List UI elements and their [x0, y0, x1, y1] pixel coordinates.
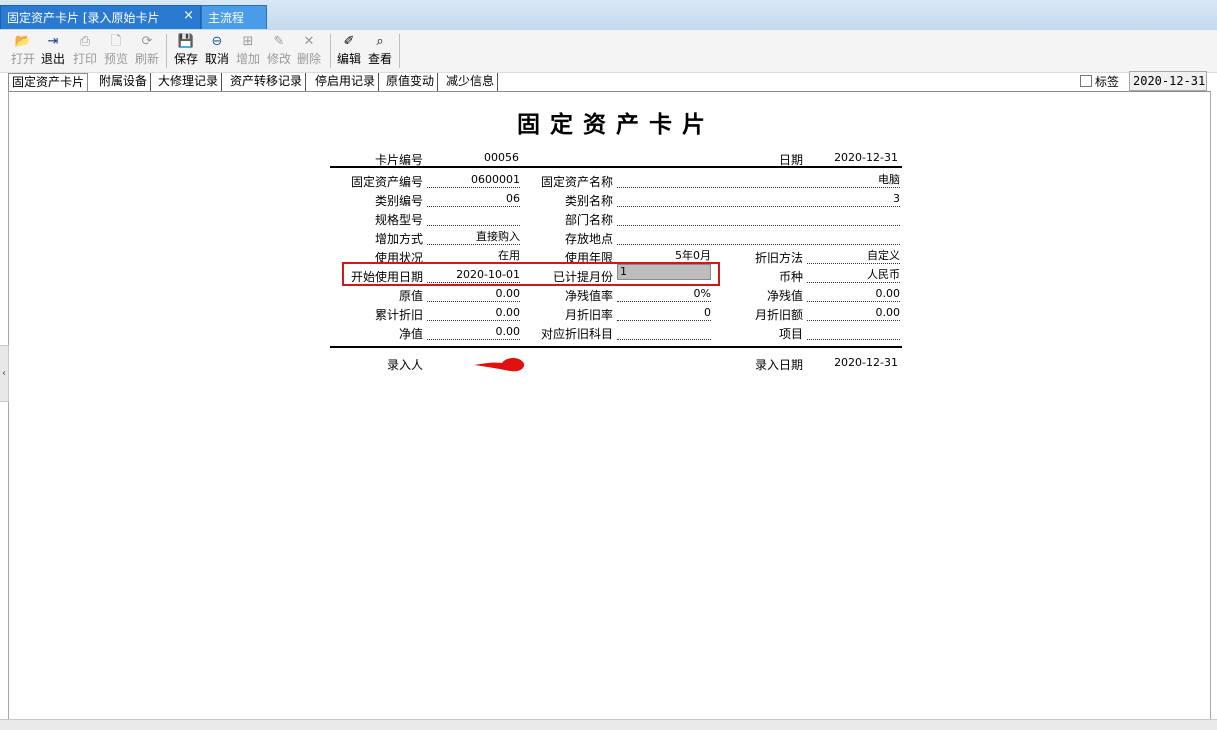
card-title: 固定资产卡片 — [517, 111, 715, 138]
category-code-field[interactable]: 06 — [427, 192, 520, 207]
toolbar-divider — [399, 34, 400, 68]
collapse-handle-icon[interactable]: ‹ — [0, 345, 9, 402]
close-icon[interactable]: × — [183, 8, 194, 23]
acc-dep-label: 累计折旧 — [374, 308, 423, 322]
exit-door-icon: ⇥ — [47, 34, 59, 49]
subtab-reduction-info[interactable]: 减少信息 — [443, 73, 499, 91]
start-date-field[interactable]: 2020-10-01 — [427, 268, 520, 283]
toolbar-divider — [330, 34, 331, 68]
cancel-button[interactable]: ⊖ 取消 — [202, 33, 232, 67]
tab-label: 固定资产卡片 [录入原始卡片 — [7, 11, 160, 25]
refresh-button[interactable]: ⟳ 刷新 — [132, 33, 162, 67]
add-method-field[interactable]: 直接购入 — [427, 230, 520, 245]
top-date-field[interactable]: 2020-12-31 — [1129, 71, 1207, 91]
toolbar: 📂 打开 ⇥ 退出 ⎙ 打印 🗋 预览 ⟳ 刷新 💾 保存 ⊖ 取消 ⊞ 增加 … — [0, 30, 1217, 73]
edit-icon: ✐ — [343, 34, 355, 49]
category-name-label: 类别名称 — [564, 194, 613, 208]
spec-field[interactable] — [427, 211, 520, 226]
subtab-overhaul-records[interactable]: 大修理记录 — [155, 73, 223, 91]
exit-button[interactable]: ⇥ 退出 — [38, 33, 68, 67]
preview-icon: 🗋 — [110, 34, 122, 49]
add-icon: ⊞ — [242, 34, 254, 49]
pencil-icon: ✎ — [273, 34, 285, 49]
save-disk-icon: 💾 — [177, 34, 195, 49]
monthly-rate-label: 月折旧率 — [564, 308, 613, 322]
asset-name-label: 固定资产名称 — [540, 175, 613, 189]
net-value-label: 净值 — [398, 327, 423, 341]
dep-method-field[interactable]: 自定义 — [807, 249, 900, 264]
footer-rule — [330, 346, 902, 348]
header-rule — [330, 166, 902, 168]
signature-scribble-icon — [474, 357, 525, 372]
preview-button[interactable]: 🗋 预览 — [101, 33, 131, 67]
acc-dep-field[interactable]: 0.00 — [427, 306, 520, 321]
entered-by-label: 录入人 — [386, 358, 423, 372]
project-label: 项目 — [778, 327, 803, 341]
save-button[interactable]: 💾 保存 — [171, 33, 201, 67]
tab-fixed-asset-card[interactable]: 固定资产卡片 [录入原始卡片 × — [0, 5, 201, 29]
refresh-icon: ⟳ — [141, 34, 153, 49]
monthly-rate-field[interactable]: 0 — [617, 306, 711, 321]
delete-x-icon: ✕ — [303, 34, 315, 49]
dep-method-label: 折旧方法 — [754, 251, 803, 265]
location-field[interactable] — [617, 230, 900, 245]
print-button[interactable]: ⎙ 打印 — [70, 33, 100, 67]
cancel-icon: ⊖ — [211, 34, 223, 49]
asset-code-field[interactable]: 0600001 — [427, 173, 520, 188]
original-value-label: 原值 — [398, 289, 423, 303]
subtab-fixed-asset-card[interactable]: 固定资产卡片 — [8, 73, 89, 92]
printer-icon: ⎙ — [79, 34, 91, 49]
net-salvage-label: 净残值 — [766, 289, 803, 303]
dept-label: 部门名称 — [564, 213, 613, 227]
location-label: 存放地点 — [564, 232, 613, 246]
start-date-label: 开始使用日期 — [350, 270, 423, 284]
folder-open-icon: 📂 — [14, 34, 32, 49]
monthly-amount-label: 月折旧额 — [754, 308, 803, 322]
subtab-stop-start-records[interactable]: 停启用记录 — [312, 73, 380, 91]
subtab-value-changes[interactable]: 原值变动 — [383, 73, 439, 91]
add-method-label: 增加方式 — [374, 232, 423, 246]
date-value: 2020-12-31 — [834, 151, 898, 164]
view-button[interactable]: ⌕ 查看 — [365, 33, 395, 67]
checkbox-icon[interactable] — [1080, 75, 1092, 87]
entry-date-value: 2020-12-31 — [834, 356, 898, 369]
original-value-field[interactable]: 0.00 — [427, 287, 520, 302]
dep-account-field[interactable] — [617, 325, 711, 340]
card-no-value: 00056 — [484, 151, 519, 164]
tab-main-flow[interactable]: 主流程 — [201, 5, 267, 29]
months-label: 已计提月份 — [552, 270, 613, 284]
toolbar-divider — [166, 34, 167, 68]
spec-label: 规格型号 — [374, 213, 423, 227]
add-button[interactable]: ⊞ 增加 — [233, 33, 263, 67]
net-value-field[interactable]: 0.00 — [427, 325, 520, 340]
entry-date-label: 录入日期 — [754, 358, 803, 372]
asset-name-field[interactable]: 电脑 — [617, 173, 900, 188]
dep-account-label: 对应折旧科目 — [540, 327, 613, 341]
net-salvage-rate-field[interactable]: 0% — [617, 287, 711, 302]
edit-button[interactable]: ✐ 编辑 — [334, 33, 364, 67]
net-salvage-field[interactable]: 0.00 — [807, 287, 900, 302]
currency-field[interactable]: 人民币 — [807, 268, 900, 283]
net-salvage-rate-label: 净残值率 — [564, 289, 613, 303]
tag-checkbox[interactable]: 标签 — [1080, 73, 1119, 90]
months-input[interactable]: 1 — [617, 264, 711, 280]
status-bar — [0, 719, 1217, 730]
category-code-label: 类别编号 — [374, 194, 423, 208]
subtab-attached-equipment[interactable]: 附属设备 — [96, 73, 152, 91]
subtab-transfer-records[interactable]: 资产转移记录 — [227, 73, 307, 91]
category-name-field[interactable]: 3 — [617, 192, 900, 207]
modify-button[interactable]: ✎ 修改 — [264, 33, 294, 67]
view-icon: ⌕ — [376, 34, 384, 49]
project-field[interactable] — [807, 325, 900, 340]
open-button[interactable]: 📂 打开 — [8, 33, 38, 67]
asset-code-label: 固定资产编号 — [350, 175, 423, 189]
monthly-amount-field[interactable]: 0.00 — [807, 306, 900, 321]
document-tab-bar: 固定资产卡片 [录入原始卡片 × 主流程 — [0, 0, 1217, 31]
delete-button[interactable]: ✕ 删除 — [294, 33, 324, 67]
dept-field[interactable] — [617, 211, 900, 226]
currency-label: 币种 — [778, 270, 803, 284]
